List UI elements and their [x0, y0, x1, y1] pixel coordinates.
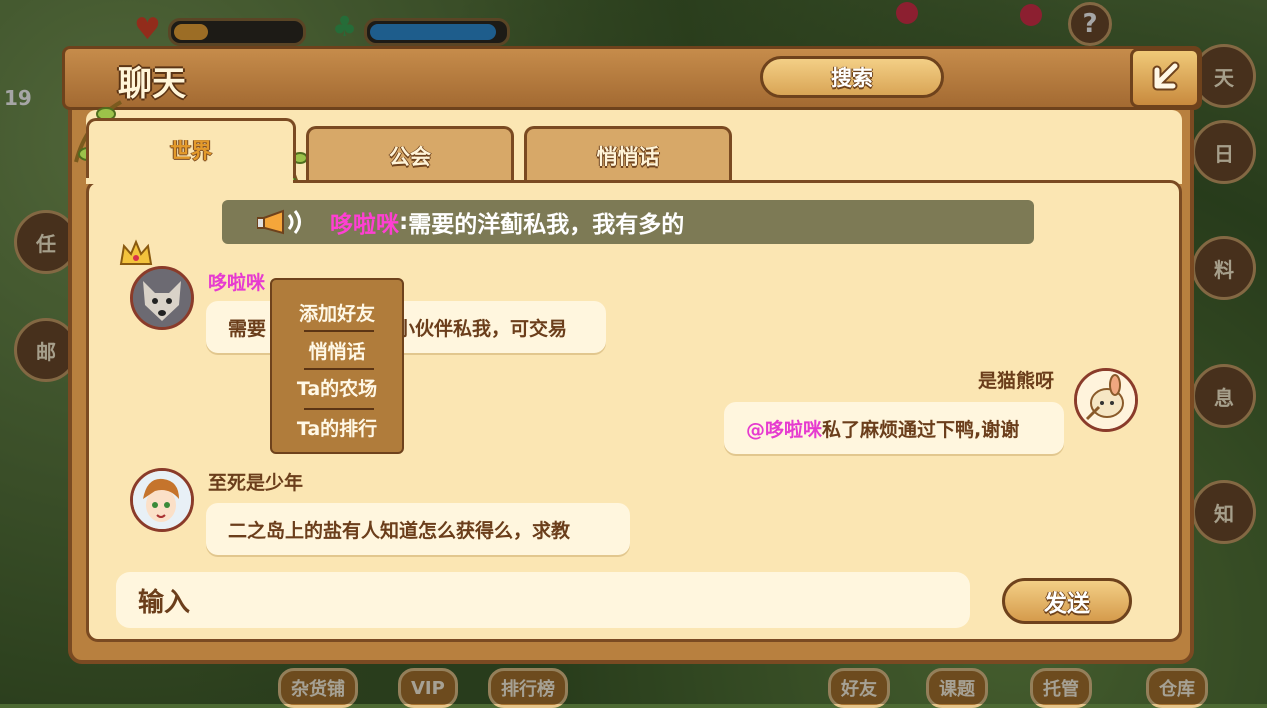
avatar[interactable] — [1074, 368, 1138, 432]
search-button[interactable]: 搜索 — [760, 56, 944, 98]
message-text: 二之岛上的盐有人知道怎么获得么，求教 — [228, 519, 571, 542]
menu-item-whisper[interactable]: 悄悄话 — [272, 330, 402, 370]
fox-avatar-icon — [133, 269, 191, 327]
context-menu: 添加好友 悄悄话 Ta的农场 Ta的排行 — [270, 278, 404, 454]
panda-avatar-icon — [1077, 371, 1135, 429]
close-button[interactable] — [1130, 48, 1200, 108]
announcement-separator: : — [399, 209, 409, 235]
message-text: 需要 — [228, 317, 267, 340]
mention-text[interactable]: @哆啦咪 — [746, 415, 822, 442]
tab-join-cover — [89, 176, 293, 184]
avatar[interactable] — [130, 266, 194, 330]
message-sender[interactable]: 是猫熊呀 — [978, 366, 1054, 393]
announcement-sender[interactable]: 哆啦咪 — [330, 205, 399, 239]
tab-world[interactable]: 世界 — [86, 118, 296, 178]
megaphone-icon — [256, 200, 318, 244]
title-bar — [62, 46, 1202, 110]
menu-item-farm[interactable]: Ta的农场 — [272, 367, 402, 407]
arrow-back-icon — [1152, 61, 1180, 91]
chat-input[interactable]: 输入 — [116, 572, 970, 628]
message-sender[interactable]: 哆啦咪 — [208, 268, 265, 295]
message-text: 私了麻烦通过下鸭,谢谢 — [822, 418, 1020, 441]
message-bubble: 需要 小伙伴私我，可交易 — [206, 301, 606, 353]
tab-whisper[interactable]: 悄悄话 — [524, 126, 732, 182]
announcement-bar: 哆啦咪 : 需要的洋蓟私我，我有多的 — [222, 200, 1034, 244]
announcement-text: 需要的洋蓟私我，我有多的 — [408, 212, 685, 238]
boy-avatar-icon — [133, 471, 191, 529]
menu-item-add-friend[interactable]: 添加好友 — [272, 292, 402, 332]
menu-item-ranking[interactable]: Ta的排行 — [272, 407, 402, 447]
tab-guild[interactable]: 公会 — [306, 126, 514, 182]
avatar[interactable] — [130, 468, 194, 532]
send-button[interactable]: 发送 — [1002, 578, 1132, 624]
message-bubble: 二之岛上的盐有人知道怎么获得么，求教 — [206, 503, 630, 555]
message-text: 小伙伴私我，可交易 — [396, 317, 568, 340]
message-sender[interactable]: 至死是少年 — [208, 468, 303, 495]
message-bubble: @哆啦咪 私了麻烦通过下鸭,谢谢 — [724, 402, 1064, 454]
page-title: 聊天 — [118, 64, 186, 104]
